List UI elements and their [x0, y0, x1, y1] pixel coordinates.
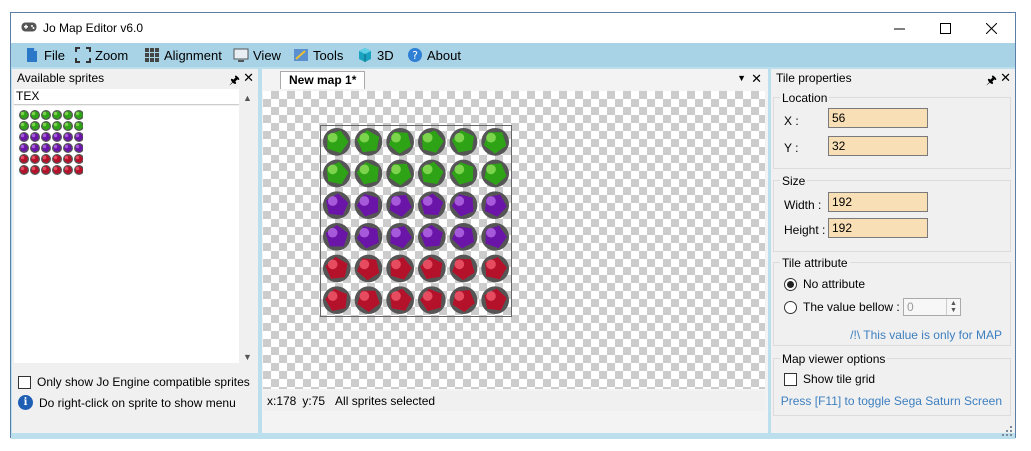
- status-y: y:75: [302, 394, 326, 408]
- y-field[interactable]: 32: [828, 136, 928, 156]
- map-document: New map 1* ▼ ✕ x:178 y:75 All sprites se…: [262, 69, 768, 433]
- tab-new-map[interactable]: New map 1*: [280, 71, 366, 89]
- sprites-panel-title: Available sprites: [17, 71, 105, 85]
- compat-checkbox[interactable]: [18, 375, 31, 389]
- size-group: Size Width : 192 Height : 192: [773, 174, 1011, 252]
- menu-3d[interactable]: 3D: [354, 46, 397, 64]
- menu-view[interactable]: View: [230, 46, 284, 64]
- no-attribute-radio-row[interactable]: No attribute: [784, 277, 865, 291]
- tab-close-icon[interactable]: ✕: [751, 71, 762, 87]
- sprites-panel-header: Available sprites 🖈 ✕: [12, 69, 258, 87]
- maximize-icon: [939, 22, 951, 34]
- scroll-up-icon[interactable]: ▲: [239, 89, 256, 106]
- sprite-filter-item[interactable]: TEX: [14, 89, 256, 105]
- viewer-options-group: Map viewer options Show tile grid Press …: [773, 352, 1011, 416]
- attribute-value-spinner[interactable]: 0 ▲ ▼: [903, 298, 961, 316]
- tab-dropdown-icon[interactable]: ▼: [737, 73, 746, 83]
- svg-text:?: ?: [412, 49, 418, 62]
- menu-bar: File Zoom Alignment View Tools 3D ? Abou…: [11, 43, 1015, 67]
- show-grid-checkbox[interactable]: [784, 372, 797, 386]
- view-icon: [233, 48, 249, 62]
- value-below-label: The value bellow :: [803, 300, 900, 314]
- hint-row: i Do right-click on sprite to show menu: [18, 395, 236, 410]
- value-below-radio-row[interactable]: The value bellow :: [784, 300, 900, 314]
- panel-close-icon[interactable]: ✕: [1000, 70, 1011, 86]
- menu-tools-label: Tools: [313, 47, 344, 63]
- menu-view-label: View: [253, 47, 281, 63]
- cube-icon: [359, 48, 371, 62]
- map-sprite-sheet[interactable]: [320, 125, 512, 317]
- sprite-list[interactable]: [14, 106, 240, 363]
- width-label: Width :: [784, 198, 822, 212]
- gamepad-icon: [21, 22, 37, 32]
- status-text: All sprites selected: [335, 394, 436, 408]
- menu-file[interactable]: File: [21, 46, 68, 64]
- menu-3d-label: 3D: [377, 47, 394, 63]
- size-label: Size: [780, 174, 808, 188]
- menu-alignment[interactable]: Alignment: [141, 46, 225, 64]
- tile-props-header: Tile properties 🖈 ✕: [771, 69, 1015, 87]
- app-window: Jo Map Editor v6.0 File Zoom Alignment V…: [10, 12, 1016, 439]
- compat-label: Only show Jo Engine compatible sprites: [37, 375, 250, 389]
- workspace: Available sprites 🖈 ✕ TEX ▲ ▼ Only show …: [11, 67, 1015, 439]
- scroll-down-icon[interactable]: ▼: [239, 348, 256, 365]
- viewer-note: Press [F11] to toggle Sega Saturn Screen: [780, 394, 1002, 408]
- height-label: Height :: [784, 223, 826, 237]
- minimize-button[interactable]: [876, 13, 922, 43]
- sprites-panel: Available sprites 🖈 ✕ TEX ▲ ▼ Only show …: [12, 69, 258, 433]
- zoom-icon: [75, 47, 91, 63]
- value-below-radio[interactable]: [784, 300, 797, 314]
- location-group: Location X : 56 Y : 32: [773, 91, 1011, 169]
- height-field[interactable]: 192: [828, 218, 928, 238]
- menu-tools[interactable]: Tools: [290, 46, 346, 64]
- menu-zoom-label: Zoom: [95, 47, 129, 63]
- tools-icon: [294, 49, 308, 61]
- window-title: Jo Map Editor v6.0: [43, 21, 144, 35]
- file-icon: [27, 48, 37, 62]
- viewer-options-label: Map viewer options: [780, 352, 888, 366]
- y-label: Y :: [784, 141, 799, 155]
- maximize-button[interactable]: [922, 13, 968, 43]
- menu-alignment-label: Alignment: [164, 47, 222, 63]
- spinner-arrows-icon[interactable]: ▲ ▼: [946, 299, 960, 315]
- menu-about[interactable]: ? About: [404, 46, 464, 64]
- tile-props-title: Tile properties: [776, 71, 852, 85]
- panel-close-icon[interactable]: ✕: [243, 70, 254, 86]
- sprite-list-scrollbar[interactable]: ▲ ▼: [239, 89, 256, 365]
- resize-grip-icon[interactable]: [1002, 426, 1012, 436]
- menu-file-label: File: [44, 47, 65, 63]
- show-grid-label: Show tile grid: [803, 372, 876, 386]
- help-icon: ?: [408, 48, 422, 62]
- pin-icon[interactable]: 🖈: [986, 71, 997, 92]
- width-field[interactable]: 192: [828, 192, 928, 212]
- compat-checkbox-row[interactable]: Only show Jo Engine compatible sprites: [18, 375, 250, 389]
- menu-zoom[interactable]: Zoom: [72, 46, 131, 64]
- close-window-button[interactable]: [968, 13, 1014, 43]
- close-icon: [985, 22, 997, 34]
- status-bar: x:178 y:75 All sprites selected: [263, 391, 765, 411]
- tab-strip: New map 1* ▼ ✕: [262, 69, 768, 89]
- x-label: X :: [784, 114, 799, 128]
- status-x: x:178: [267, 394, 297, 408]
- sprite-thumbnail[interactable]: [19, 110, 83, 176]
- x-field[interactable]: 56: [828, 108, 928, 128]
- no-attribute-radio[interactable]: [784, 277, 797, 291]
- tile-attribute-label: Tile attribute: [780, 256, 850, 270]
- info-icon: i: [18, 395, 33, 410]
- show-grid-row[interactable]: Show tile grid: [784, 372, 875, 386]
- attribute-note: /!\ This value is only for MAP: [850, 328, 1002, 342]
- location-label: Location: [780, 91, 830, 105]
- attribute-value: 0: [907, 300, 914, 314]
- alignment-icon: [145, 48, 159, 62]
- minimize-icon: [893, 28, 905, 29]
- title-bar: Jo Map Editor v6.0: [11, 13, 1015, 43]
- tile-properties-panel: Tile properties 🖈 ✕ Location X : 56 Y : …: [771, 69, 1015, 433]
- menu-about-label: About: [427, 47, 461, 63]
- hint-text: Do right-click on sprite to show menu: [39, 395, 236, 410]
- map-canvas[interactable]: [263, 91, 765, 389]
- tile-attribute-group: Tile attribute No attribute The value be…: [773, 256, 1011, 346]
- no-attribute-label: No attribute: [803, 277, 866, 291]
